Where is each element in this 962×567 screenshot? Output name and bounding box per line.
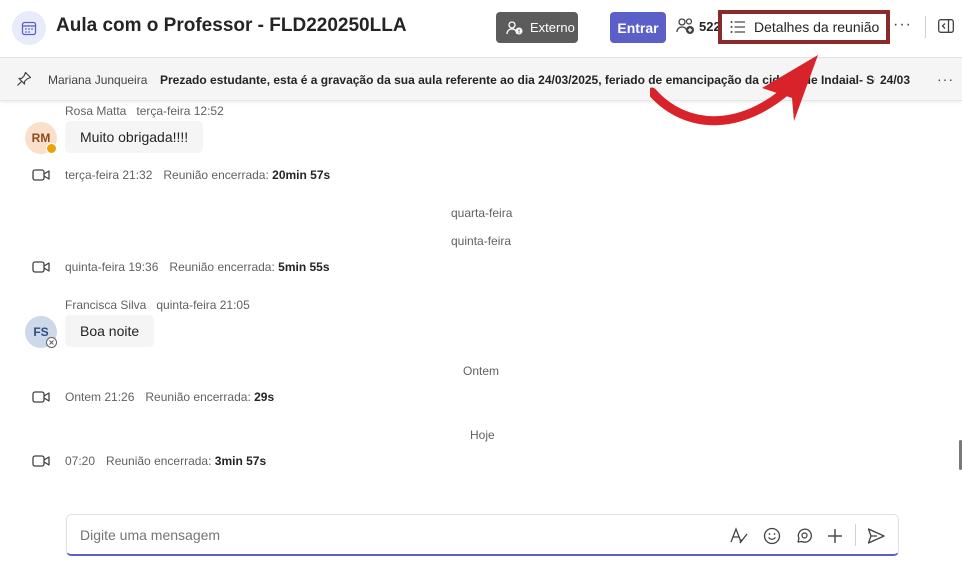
event-duration: 29s <box>254 390 275 404</box>
event-time: 07:20 <box>65 454 96 468</box>
list-icon <box>730 21 745 33</box>
event-time: quinta-feira 19:36 <box>65 260 159 274</box>
header-divider <box>925 16 926 38</box>
event-label: Reunião encerrada: <box>145 390 251 404</box>
message-input[interactable] <box>80 527 680 543</box>
day-separator: Hoje <box>470 428 495 442</box>
meeting-ended-event[interactable]: terça-feira 21:32 Reunião encerrada: 20m… <box>32 168 330 182</box>
message-time: terça-feira 12:52 <box>136 104 224 118</box>
externo-button[interactable]: Externo <box>496 12 578 43</box>
pinned-author: Mariana Junqueira <box>48 73 148 87</box>
event-duration: 20min 57s <box>272 168 331 182</box>
event-label: Reunião encerrada: <box>163 168 269 182</box>
annotation-arrow-icon <box>650 55 818 126</box>
more-icon[interactable]: ··· <box>893 16 912 34</box>
emoji-icon[interactable] <box>762 526 782 546</box>
day-separator: Ontem <box>463 364 500 378</box>
meeting-ended-event[interactable]: Ontem 21:26 Reunião encerrada: 29s <box>32 390 274 404</box>
message-text: Boa noite <box>80 323 140 339</box>
message-meta: Rosa Matta terça-feira 12:52 <box>65 104 224 118</box>
meeting-ended-event[interactable]: 07:20 Reunião encerrada: 3min 57s <box>32 454 266 468</box>
participants-button[interactable]: 522 <box>676 17 721 35</box>
offline-status-icon <box>46 337 57 348</box>
pinned-date: 24/03 <box>880 73 911 87</box>
message-composer[interactable] <box>66 514 899 556</box>
loop-icon[interactable] <box>794 526 814 546</box>
people-icon <box>676 18 694 34</box>
message-bubble[interactable]: Muito obrigada!!!! <box>65 121 204 153</box>
event-time: Ontem 21:26 <box>65 390 135 404</box>
message-bubble[interactable]: Boa noite <box>65 315 155 347</box>
meeting-ended-event[interactable]: quinta-feira 19:36 Reunião encerrada: 5m… <box>32 260 330 274</box>
event-duration: 5min 55s <box>278 260 330 274</box>
video-camera-icon <box>32 391 50 403</box>
message-meta: Francisca Silva quinta-feira 21:05 <box>65 298 250 312</box>
people-external-icon <box>506 20 523 34</box>
message-author: Francisca Silva <box>65 298 147 312</box>
event-label: Reunião encerrada: <box>169 260 275 274</box>
send-icon[interactable] <box>866 526 886 546</box>
format-icon[interactable] <box>729 526 749 546</box>
page-title: Aula com o Professor - FLD220250LLA <box>56 15 407 36</box>
externo-label: Externo <box>530 20 575 35</box>
event-label: Reunião encerrada: <box>106 454 212 468</box>
day-separator: quinta-feira <box>451 234 512 248</box>
avatar-initials: FS <box>33 325 49 339</box>
pinned-more-icon[interactable]: ··· <box>937 71 954 87</box>
chat-header: Aula com o Professor - FLD220250LLA Exte… <box>0 0 962 56</box>
event-time: terça-feira 21:32 <box>65 168 153 182</box>
composer-divider <box>855 524 856 546</box>
video-camera-icon <box>32 455 50 467</box>
message-text: Muito obrigada!!!! <box>80 129 189 145</box>
day-separator: quarta-feira <box>451 206 513 220</box>
meeting-details-button[interactable]: Detalhes da reunião <box>718 10 890 44</box>
meeting-details-label: Detalhes da reunião <box>754 19 880 35</box>
video-camera-icon <box>32 169 50 181</box>
pin-icon <box>16 71 32 92</box>
away-status-icon <box>46 143 57 154</box>
plus-icon[interactable] <box>825 526 845 546</box>
join-button[interactable]: Entrar <box>610 12 666 43</box>
message-time: quinta-feira 21:05 <box>156 298 250 312</box>
message-author: Rosa Matta <box>65 104 127 118</box>
event-duration: 3min 57s <box>214 454 267 468</box>
video-camera-icon <box>32 261 50 273</box>
side-panel-icon[interactable] <box>938 19 954 38</box>
calendar-icon <box>12 11 46 45</box>
